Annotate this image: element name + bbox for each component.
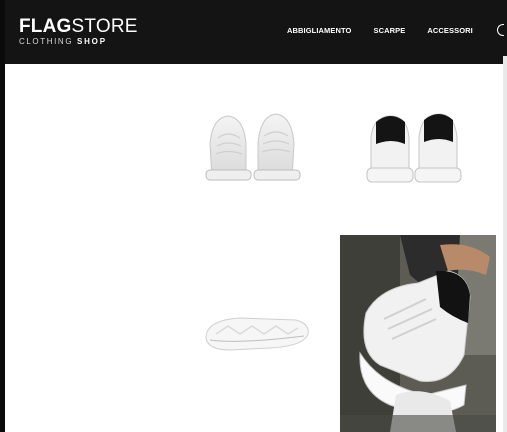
nav-overflow-icon[interactable] [497,24,504,36]
logo-tagline-part1: CLOTHING [19,37,74,46]
black-heel-sneakers-back-graphic [366,113,462,183]
logo-brand-part1: FLAG [19,16,72,37]
left-edge-bar [0,0,5,432]
white-sneakers-front-graphic [205,113,301,181]
site-logo[interactable]: FLAGSTORE CLOTHING SHOP [19,17,138,46]
product-image-sneaker-sole[interactable] [200,310,312,354]
site-header: FLAGSTORE CLOTHING SHOP ABBIGLIAMENTO SC… [5,0,507,64]
nav-item-abbigliamento[interactable]: ABBIGLIAMENTO [287,26,352,35]
right-edge-strip [503,56,507,432]
lifestyle-photo-graphic [340,235,496,432]
nav-item-accessori[interactable]: ACCESSORI [427,26,473,35]
main-nav: ABBIGLIAMENTO SCARPE ACCESSORI [287,26,473,35]
page: FLAGSTORE CLOTHING SHOP ABBIGLIAMENTO SC… [0,0,507,432]
product-image-white-sneakers[interactable] [198,104,306,186]
product-image-lifestyle-photo[interactable] [340,235,496,432]
nav-item-scarpe[interactable]: SCARPE [374,26,406,35]
product-image-black-heel-sneakers[interactable] [361,108,467,188]
sneaker-sole-graphic [205,317,309,351]
logo-brand-part2: STORE [71,16,138,37]
logo-tagline-part2: SHOP [76,37,107,46]
